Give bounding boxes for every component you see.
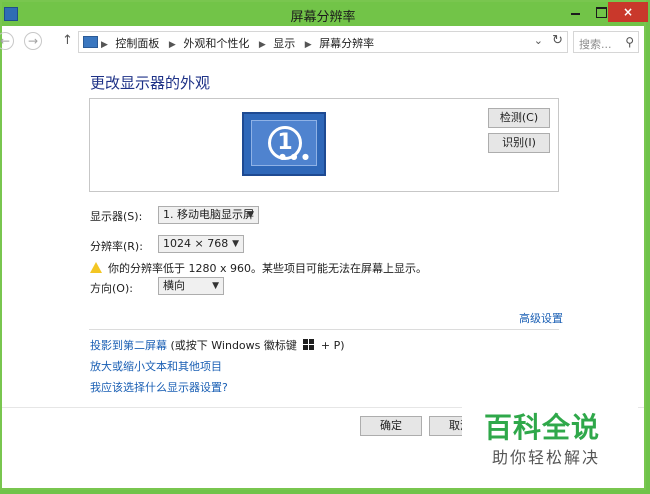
watermark-title: 百科全说	[484, 411, 601, 444]
resolution-select[interactable]: 1024 × 768 ▼	[158, 235, 244, 253]
project-second-screen-link[interactable]: 投影到第二屏幕	[90, 339, 167, 352]
display-preview-area: 1 ● ● ● 检测(C) 识别(I)	[89, 98, 559, 192]
window-title: 屏幕分辨率	[290, 10, 356, 25]
advanced-settings-link[interactable]: 高级设置	[519, 310, 563, 326]
display-select-value: 1. 移动电脑显示屏	[163, 208, 254, 221]
project-hint-after: + P)	[317, 339, 345, 352]
project-hint-before: (或按下 Windows 徽标键	[167, 339, 301, 352]
chevron-right-icon: ▶	[101, 40, 108, 50]
resolution-label: 分辨率(R):	[90, 240, 143, 253]
forward-arrow-icon: →	[27, 34, 39, 48]
breadcrumb-display[interactable]: 显示	[273, 37, 295, 50]
page-title: 更改显示器的外观	[90, 74, 211, 92]
ok-button[interactable]: 确定	[360, 416, 422, 436]
minimize-icon	[571, 13, 580, 15]
resolution-warning: 你的分辨率低于 1280 x 960。某些项目可能无法在屏幕上显示。	[90, 260, 427, 276]
chevron-down-icon: ▼	[247, 210, 254, 220]
monitor-screen: 1 ● ● ●	[251, 120, 317, 166]
close-button[interactable]: ×	[608, 2, 648, 22]
refresh-icon[interactable]: ↻	[552, 33, 563, 48]
back-button[interactable]: ←	[0, 32, 14, 50]
chevron-down-icon: ▼	[212, 281, 219, 291]
up-arrow-icon: ↑	[62, 33, 73, 48]
address-bar[interactable]: ▶ 控制面板 ▶ 外观和个性化 ▶ 显示 ▶ 屏幕分辨率 ⌄ ↻	[78, 31, 568, 53]
watermark: 百科全说 助你轻松解决	[462, 400, 638, 474]
orientation-label: 方向(O):	[90, 282, 133, 295]
title-bar[interactable]: 屏幕分辨率 ×	[2, 2, 648, 26]
maximize-icon	[596, 7, 607, 18]
screen-resolution-window: 屏幕分辨率 × ← → ↑ ▶ 控制面板 ▶ 外观和个性化 ▶ 显示 ▶ 屏幕分…	[0, 0, 648, 490]
divider	[89, 329, 559, 330]
windows-logo-icon	[303, 339, 315, 350]
chevron-right-icon: ▶	[168, 40, 176, 50]
display-label: 显示器(S):	[90, 210, 143, 223]
chevron-right-icon: ▶	[304, 40, 312, 50]
search-box[interactable]: 搜索... ⚲	[573, 31, 639, 53]
minimize-button[interactable]	[562, 2, 588, 22]
breadcrumb-control-panel[interactable]: 控制面板	[115, 37, 159, 50]
resolution-select-value: 1024 × 768	[163, 237, 229, 250]
chevron-down-icon[interactable]: ⌄	[534, 34, 543, 47]
close-icon: ×	[622, 5, 634, 19]
warning-text: 你的分辨率低于 1280 x 960。某些项目可能无法在屏幕上显示。	[108, 262, 427, 275]
orientation-select[interactable]: 横向 ▼	[158, 277, 224, 295]
orientation-select-value: 横向	[163, 279, 185, 292]
search-input[interactable]: 搜索...	[579, 36, 612, 52]
breadcrumb-screen-resolution[interactable]: 屏幕分辨率	[319, 37, 374, 50]
computer-icon	[83, 36, 98, 48]
up-button[interactable]: ↑	[62, 33, 73, 48]
project-row: 投影到第二屏幕 (或按下 Windows 徽标键 + P)	[90, 337, 345, 353]
identify-button[interactable]: 识别(I)	[488, 133, 550, 153]
watermark-subtitle: 助你轻松解决	[492, 448, 601, 467]
display-select[interactable]: 1. 移动电脑显示屏 ▼	[158, 206, 259, 224]
chevron-down-icon: ▼	[232, 239, 239, 249]
breadcrumb-appearance[interactable]: 外观和个性化	[183, 37, 249, 50]
chevron-right-icon: ▶	[258, 40, 266, 50]
back-arrow-icon: ←	[0, 34, 11, 48]
which-settings-link[interactable]: 我应该选择什么显示器设置?	[90, 379, 228, 395]
breadcrumb: ▶ 控制面板 ▶ 外观和个性化 ▶ 显示 ▶ 屏幕分辨率	[99, 35, 378, 51]
monitor-1-tile[interactable]: 1 ● ● ●	[242, 112, 326, 176]
navigation-bar: ← → ↑ ▶ 控制面板 ▶ 外观和个性化 ▶ 显示 ▶ 屏幕分辨率 ⌄ ↻ 搜…	[0, 28, 644, 56]
monitor-dots-icon: ● ● ●	[278, 152, 310, 161]
forward-button[interactable]: →	[24, 32, 42, 50]
detect-button[interactable]: 检测(C)	[488, 108, 550, 128]
warning-icon	[90, 262, 102, 273]
search-icon[interactable]: ⚲	[625, 35, 634, 49]
text-size-link[interactable]: 放大或缩小文本和其他项目	[90, 358, 222, 374]
